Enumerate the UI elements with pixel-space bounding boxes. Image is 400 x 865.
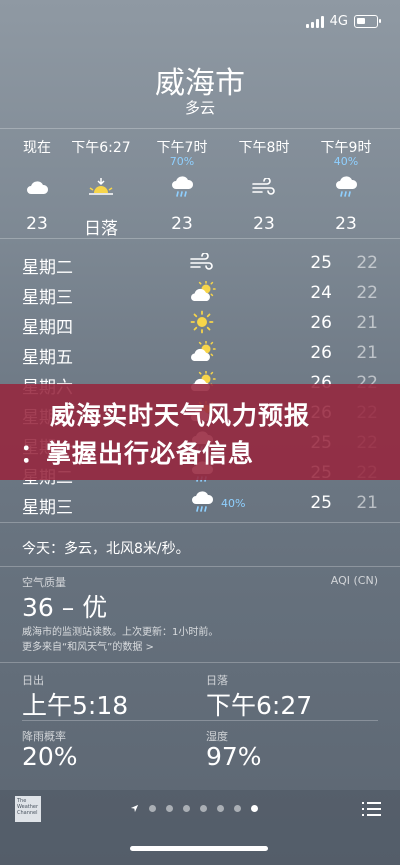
- list-icon[interactable]: [362, 802, 381, 820]
- divider: [0, 128, 400, 129]
- banner-line-1: 威海实时天气风力预报: [50, 401, 311, 430]
- sunrise-value: 上午5:18: [22, 691, 129, 720]
- high-temp: 26: [310, 343, 332, 363]
- low-temp: 21: [356, 313, 378, 333]
- hour-temp: 23: [171, 214, 193, 234]
- hour-label: 现在: [23, 140, 51, 156]
- wind-icon: [186, 250, 218, 274]
- hourly-item: 现在 23: [2, 137, 72, 234]
- cloud-rain-icon: [147, 174, 217, 200]
- precip-chance: 40%: [333, 155, 359, 168]
- daily-row: 星期二 25 22: [0, 248, 400, 278]
- hourly-item: 下午7时 70% 23: [147, 137, 217, 234]
- air-quality-value: 36 – 优: [22, 593, 108, 622]
- low-temp: 21: [356, 343, 378, 363]
- hourly-item: 下午8时 23: [229, 137, 299, 234]
- daily-row: 星期四 26 21: [0, 308, 400, 338]
- humidity-value: 97%: [206, 742, 262, 771]
- page-dot[interactable]: [200, 805, 207, 812]
- day-name: 星期五: [22, 348, 73, 368]
- signal-icon: [305, 15, 324, 28]
- hour-label: 下午6:27: [71, 140, 131, 156]
- hour-label: 下午7时: [156, 140, 208, 156]
- city-name: 威海市: [155, 66, 245, 101]
- network-label: 4G: [329, 14, 348, 29]
- today-summary: 今天：多云，北风8米/秒。: [22, 541, 190, 557]
- precip-chance: [2, 155, 72, 168]
- divider: [22, 720, 378, 721]
- article-title-banner: 威海实时天气风力预报 ：掌握出行必备信息: [0, 384, 400, 480]
- hour-temp: 日落: [84, 219, 118, 239]
- day-name: 星期三: [22, 498, 73, 518]
- page-dot[interactable]: [166, 805, 173, 812]
- daily-row: 星期三 40% 25 21: [0, 488, 400, 518]
- high-temp: 24: [310, 283, 332, 303]
- weather-channel-logo[interactable]: The Weather Channel: [15, 796, 41, 822]
- current-condition: 多云: [184, 99, 215, 117]
- cloud-icon: [2, 174, 72, 200]
- sunset-icon: [66, 174, 136, 200]
- hourly-item: 下午9时 40% 23: [311, 137, 381, 234]
- hourly-item: 下午6:27 日落: [66, 137, 136, 239]
- banner-line-2: ：掌握出行必备信息: [20, 439, 255, 468]
- aqi-standard-label: AQI (CN): [330, 574, 378, 587]
- home-indicator: [130, 846, 268, 851]
- day-name: 星期三: [22, 288, 73, 308]
- divider: [0, 238, 400, 239]
- page-dot-active[interactable]: [251, 805, 258, 812]
- page-dot[interactable]: [149, 805, 156, 812]
- battery-icon: [354, 15, 381, 28]
- daily-row: 星期五 26 21: [0, 338, 400, 368]
- hourly-forecast[interactable]: 现在 23 下午6:27 日落 下午7时 70% 23 下午8时 23 下午9时 40% 23: [0, 137, 400, 239]
- day-name: 星期二: [22, 258, 73, 278]
- page-dot[interactable]: [234, 805, 241, 812]
- partly-sunny-icon: [186, 340, 218, 364]
- sunset-value: 下午6:27: [206, 691, 313, 720]
- page-dot[interactable]: [183, 805, 190, 812]
- hour-temp: 23: [26, 214, 48, 234]
- low-temp: 22: [356, 253, 378, 273]
- sun-icon: [186, 310, 218, 334]
- hour-temp: 23: [253, 214, 275, 234]
- page-dot[interactable]: [217, 805, 224, 812]
- precip-chance: [229, 155, 299, 168]
- wind-icon: [229, 174, 299, 200]
- precip-chance: [66, 155, 136, 168]
- precip-chance: 70%: [169, 155, 195, 168]
- high-temp: 25: [310, 493, 332, 513]
- hour-label: 下午8时: [238, 140, 290, 156]
- bottom-toolbar: The Weather Channel: [0, 790, 400, 865]
- air-quality-note: 威海市的监测站读数。上次更新：1小时前。: [22, 627, 219, 638]
- divider: [0, 662, 400, 663]
- divider: [0, 566, 400, 567]
- day-name: 星期四: [22, 318, 73, 338]
- daily-row: 星期三 24 22: [0, 278, 400, 308]
- more-data-link[interactable]: 更多来自“和风天气”的数据 >: [22, 638, 154, 653]
- cloud-rain-icon: [311, 174, 381, 200]
- hour-temp: 23: [335, 214, 357, 234]
- rain-chance-value: 20%: [22, 742, 78, 771]
- low-temp: 21: [356, 493, 378, 513]
- page-indicator[interactable]: [130, 804, 258, 813]
- partly-sunny-icon: [186, 280, 218, 304]
- high-temp: 25: [310, 253, 332, 273]
- hour-label: 下午9时: [320, 140, 372, 156]
- status-bar: 4G: [305, 14, 381, 29]
- high-temp: 26: [310, 313, 332, 333]
- cloud-rain-icon: [186, 490, 218, 514]
- location-arrow-icon: [130, 804, 139, 813]
- divider: [0, 522, 400, 523]
- precip-chance: 40%: [221, 497, 246, 510]
- low-temp: 22: [356, 283, 378, 303]
